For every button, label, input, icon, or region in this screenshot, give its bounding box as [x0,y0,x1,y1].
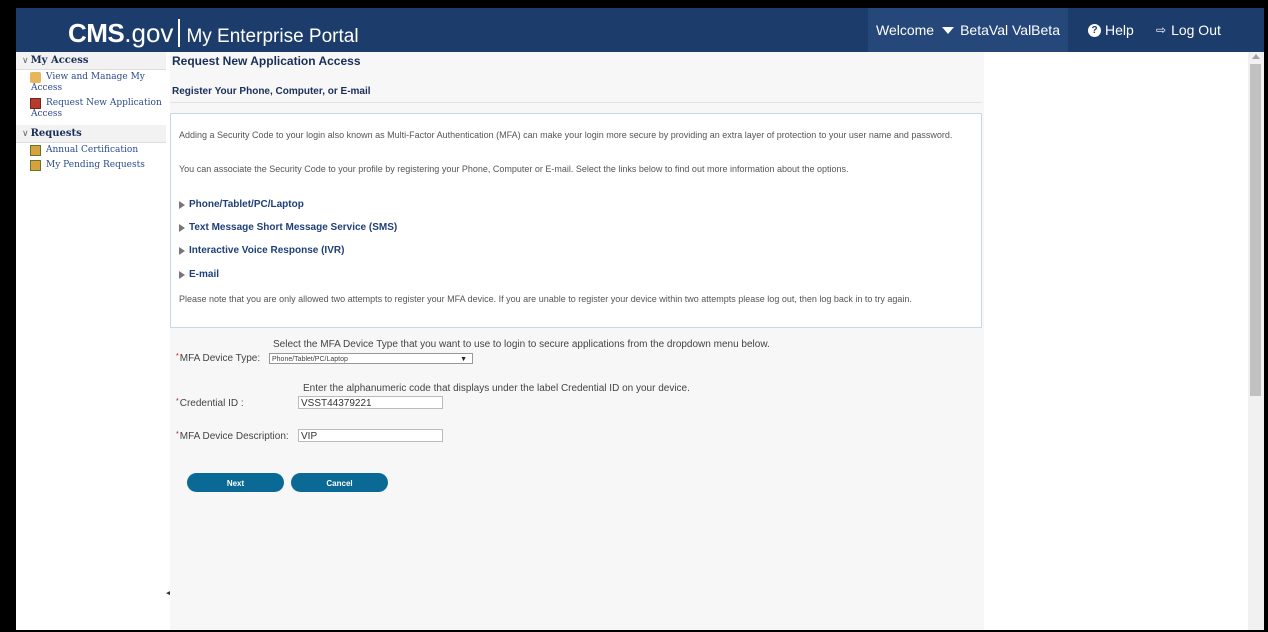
cancel-button[interactable]: Cancel [291,473,388,492]
page-title: Request New Application Access [172,54,361,68]
expand-triangle-icon [179,246,185,255]
question-circle-icon: ? [1088,23,1101,37]
brand-cms: CMS [68,18,125,48]
option-sms[interactable]: Text Message Short Message Service (SMS) [179,222,397,233]
help-label: Help [1105,22,1134,38]
left-sidebar: ∨ My Access View and Manage My Access Requ… [16,52,166,630]
help-link[interactable]: ? Help [1088,22,1134,38]
sign-out-icon: ⇨ [1156,23,1167,37]
logout-label: Log Out [1171,22,1221,38]
logout-link[interactable]: ⇨ Log Out [1156,22,1221,38]
attempts-note: Please note that you are only allowed tw… [179,294,912,304]
option-ivr[interactable]: Interactive Voice Response (IVR) [179,245,344,256]
device-type-selected: Phone/Tablet/PC/Laptop [272,356,348,363]
mfa-info-panel: Adding a Security Code to your login als… [170,113,982,328]
sidebar-item-view-manage-access[interactable]: View and Manage My Access [16,70,166,96]
browser-viewport: CMS .gov My Enterprise Portal Welcome Bet… [16,8,1264,630]
sidebar-section-requests[interactable]: ∨ Requests [16,125,166,143]
welcome-label: Welcome [876,22,935,38]
book-icon [30,98,41,109]
collapse-toggle-icon: ∨ [22,56,29,66]
device-description-label: *MFA Device Description: [176,431,289,442]
portal-title: My Enterprise Portal [186,26,359,47]
device-type-hint: Select the MFA Device Type that you want… [273,339,770,350]
expand-triangle-icon [179,270,185,279]
top-navigation-bar: CMS .gov My Enterprise Portal Welcome Bet… [16,8,1264,52]
brand-divider [178,19,181,47]
brand-gov: .gov [124,18,174,48]
sidebar-item-request-new-access[interactable]: Request New Application Access [16,96,166,122]
certificate-icon [30,160,41,171]
sidebar-section-my-access[interactable]: ∨ My Access [16,52,166,70]
vertical-scrollbar[interactable] [1248,52,1264,630]
sidebar-item-my-pending-requests[interactable]: My Pending Requests [16,158,166,173]
user-name: BetaVal ValBeta [960,22,1060,38]
cms-logo[interactable]: CMS .gov My Enterprise Portal [68,14,359,49]
section-title: Register Your Phone, Computer, or E-mail [172,86,371,97]
sidebar-item-label: View and Manage My Access [31,72,145,93]
device-type-label: *MFA Device Type: [176,353,261,364]
dropdown-arrow-icon: ▼ [460,356,467,363]
collapse-toggle-icon: ∨ [22,129,29,139]
scroll-up-arrow-icon[interactable] [1252,54,1260,59]
credential-hint: Enter the alphanumeric code that display… [303,383,690,394]
credential-id-input[interactable]: VSST44379221 [298,396,443,409]
option-email[interactable]: E-mail [179,269,219,280]
main-content: Request New Application Access Register … [170,52,984,630]
next-button[interactable]: Next [187,473,284,492]
section-title: My Access [30,55,89,66]
certificate-icon [30,145,41,156]
device-type-select[interactable]: Phone/Tablet/PC/Laptop ▼ [269,353,473,364]
info-paragraph: Adding a Security Code to your login als… [179,130,953,140]
caret-down-icon [942,26,955,34]
option-phone-tablet-pc-laptop[interactable]: Phone/Tablet/PC/Laptop [179,199,304,210]
info-paragraph: You can associate the Security Code to y… [179,164,849,174]
expand-triangle-icon [179,200,185,209]
sidebar-item-label: My Pending Requests [46,160,145,170]
divider [170,102,982,103]
person-key-icon [30,72,41,83]
expand-triangle-icon [179,223,185,232]
sidebar-item-annual-certification[interactable]: Annual Certification [16,143,166,158]
section-title: Requests [30,128,82,139]
sidebar-item-label: Request New Application Access [31,98,162,119]
mfa-registration-form: Select the MFA Device Type that you want… [170,330,984,630]
welcome-user-menu[interactable]: Welcome BetaVal ValBeta [868,8,1068,52]
scrollbar-thumb[interactable] [1250,64,1261,396]
device-description-input[interactable]: VIP [298,429,443,442]
credential-id-label: *Credential ID : [176,398,244,409]
sidebar-item-label: Annual Certification [46,145,139,155]
